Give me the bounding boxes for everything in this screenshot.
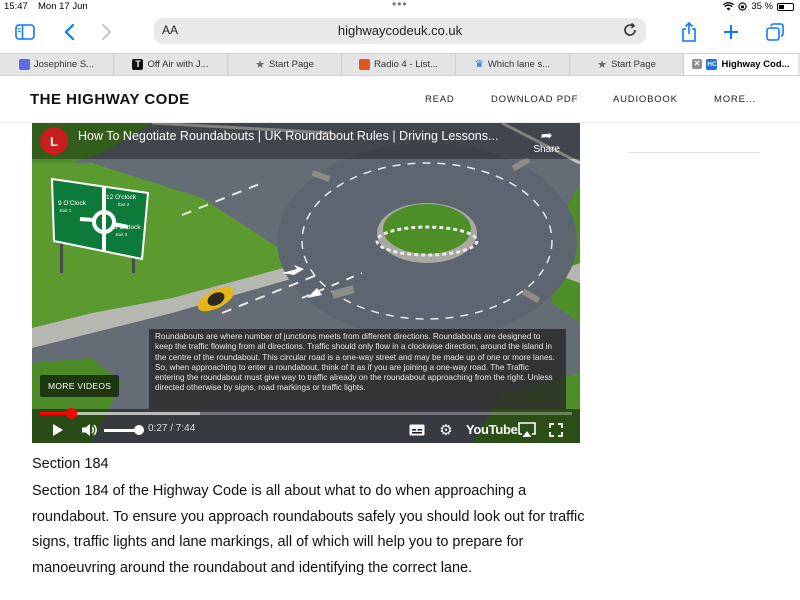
close-tab-icon[interactable]: ✕ xyxy=(692,59,702,69)
video-player[interactable]: 9 O'Clock Exit 1 12 O'clock Exit 2 3 O'c… xyxy=(32,123,580,443)
crown-icon: ♛ xyxy=(474,59,484,70)
more-videos-button[interactable]: MORE VIDEOS xyxy=(40,375,120,397)
sign-exit-1: Exit 1 xyxy=(60,208,72,213)
status-right-group: 35 % xyxy=(723,1,794,12)
share-icon xyxy=(682,22,696,42)
youtube-logo[interactable]: YouTube xyxy=(466,422,518,437)
tab-radio-4[interactable]: Radio 4 - List... xyxy=(342,54,456,75)
tab-start-page-2[interactable]: ★ Start Page xyxy=(570,54,684,75)
gear-icon: ⚙ xyxy=(439,422,453,439)
video-progress-bar[interactable] xyxy=(40,408,572,419)
captions-button[interactable] xyxy=(409,421,425,439)
airplay-button[interactable] xyxy=(518,421,536,439)
tab-favicon: T xyxy=(132,59,144,70)
tab-favicon: HC xyxy=(706,59,718,70)
forward-button[interactable] xyxy=(95,20,119,44)
section-body: Section 184 of the Highway Code is all a… xyxy=(32,483,585,576)
sidebar-toggle-icon[interactable] xyxy=(13,20,37,44)
volume-icon xyxy=(81,424,97,436)
channel-avatar[interactable]: L xyxy=(40,127,68,155)
orientation-lock-icon xyxy=(738,2,747,11)
tab-highway-code[interactable]: ✕ HC Highway Cod... xyxy=(684,54,798,75)
sign-exit-2: Exit 2 xyxy=(118,202,130,207)
tab-title: Highway Cod... xyxy=(721,59,790,70)
battery-percentage: 35 % xyxy=(751,1,773,12)
site-header: THE HIGHWAY CODE READ DOWNLOAD PDF AUDIO… xyxy=(0,77,800,123)
share-arrow-icon: ➦ xyxy=(540,127,553,143)
tab-bar: Josephine S... T Off Air with J... ★ Sta… xyxy=(0,53,800,76)
share-button[interactable] xyxy=(677,20,701,44)
tab-title: Radio 4 - List... xyxy=(374,59,438,70)
tab-title: Josephine S... xyxy=(33,59,95,70)
fullscreen-icon xyxy=(549,423,563,437)
volume-slider-track[interactable] xyxy=(104,429,138,432)
reload-icon[interactable] xyxy=(622,22,638,38)
tab-title: Start Page xyxy=(610,59,656,70)
sidebar-divider xyxy=(628,152,760,153)
mute-button[interactable] xyxy=(80,421,98,439)
status-bar: 15:47 Mon 17 Jun ••• 35 % xyxy=(0,0,800,14)
battery-icon xyxy=(777,2,794,11)
sign-label-3-oclock: 3 O'clock xyxy=(114,224,141,231)
tab-start-page[interactable]: ★ Start Page xyxy=(228,54,342,75)
nav-audiobook[interactable]: AUDIOBOOK xyxy=(613,94,678,105)
play-icon xyxy=(53,424,63,436)
plus-icon xyxy=(724,25,738,39)
section-heading: Section 184 xyxy=(32,456,109,472)
tab-favicon xyxy=(359,59,371,70)
play-button[interactable] xyxy=(50,421,66,439)
star-icon: ★ xyxy=(255,59,265,71)
volume-slider-knob[interactable] xyxy=(134,425,144,435)
airplay-icon xyxy=(518,422,536,437)
tab-title: Start Page xyxy=(268,59,314,70)
tab-title: Which lane s... xyxy=(487,59,551,70)
site-logo[interactable]: THE HIGHWAY CODE xyxy=(30,91,190,108)
nav-read[interactable]: READ xyxy=(425,94,455,105)
back-button[interactable] xyxy=(57,20,81,44)
video-time: 0:27 / 7:44 xyxy=(148,423,196,434)
share-label: Share xyxy=(533,144,560,155)
browser-toolbar: AA highwaycodeuk.co.uk xyxy=(0,14,800,50)
star-icon: ★ xyxy=(597,59,607,71)
status-time: 15:47 xyxy=(4,1,28,12)
captions-icon xyxy=(409,424,425,436)
address-bar[interactable]: AA highwaycodeuk.co.uk xyxy=(154,18,646,44)
status-date: Mon 17 Jun xyxy=(38,1,88,12)
address-url[interactable]: highwaycodeuk.co.uk xyxy=(154,23,646,38)
sign-label-12-oclock: 12 O'clock xyxy=(106,194,137,201)
tab-title: Off Air with J... xyxy=(147,59,209,70)
tab-overview-button[interactable] xyxy=(763,20,787,44)
settings-button[interactable]: ⚙ xyxy=(438,421,454,439)
tab-favicon xyxy=(18,59,30,70)
tab-which-lane[interactable]: ♛ Which lane s... xyxy=(456,54,570,75)
chevron-left-icon xyxy=(64,23,75,41)
fullscreen-button[interactable] xyxy=(548,421,564,439)
wifi-icon xyxy=(723,2,735,11)
tab-off-air[interactable]: T Off Air with J... xyxy=(114,54,228,75)
new-tab-button[interactable] xyxy=(719,20,743,44)
video-title[interactable]: How To Negotiate Roundabouts | UK Rounda… xyxy=(78,129,498,143)
tab-josephine[interactable]: Josephine S... xyxy=(0,54,114,75)
nav-download-pdf[interactable]: DOWNLOAD PDF xyxy=(491,94,578,105)
video-share-button[interactable]: ➦ Share xyxy=(533,127,560,155)
chevron-right-icon xyxy=(101,23,112,41)
video-controls: 0:27 / 7:44 ⚙ YouTube xyxy=(32,417,580,443)
sign-exit-3: Exit 3 xyxy=(116,232,128,237)
sign-label-9-oclock: 9 O'Clock xyxy=(58,200,86,207)
video-caption: Roundabouts are where number of junction… xyxy=(149,329,566,409)
tabs-icon xyxy=(766,23,784,41)
multitasking-dots-icon[interactable]: ••• xyxy=(392,0,408,11)
nav-more[interactable]: MORE... xyxy=(714,94,756,105)
